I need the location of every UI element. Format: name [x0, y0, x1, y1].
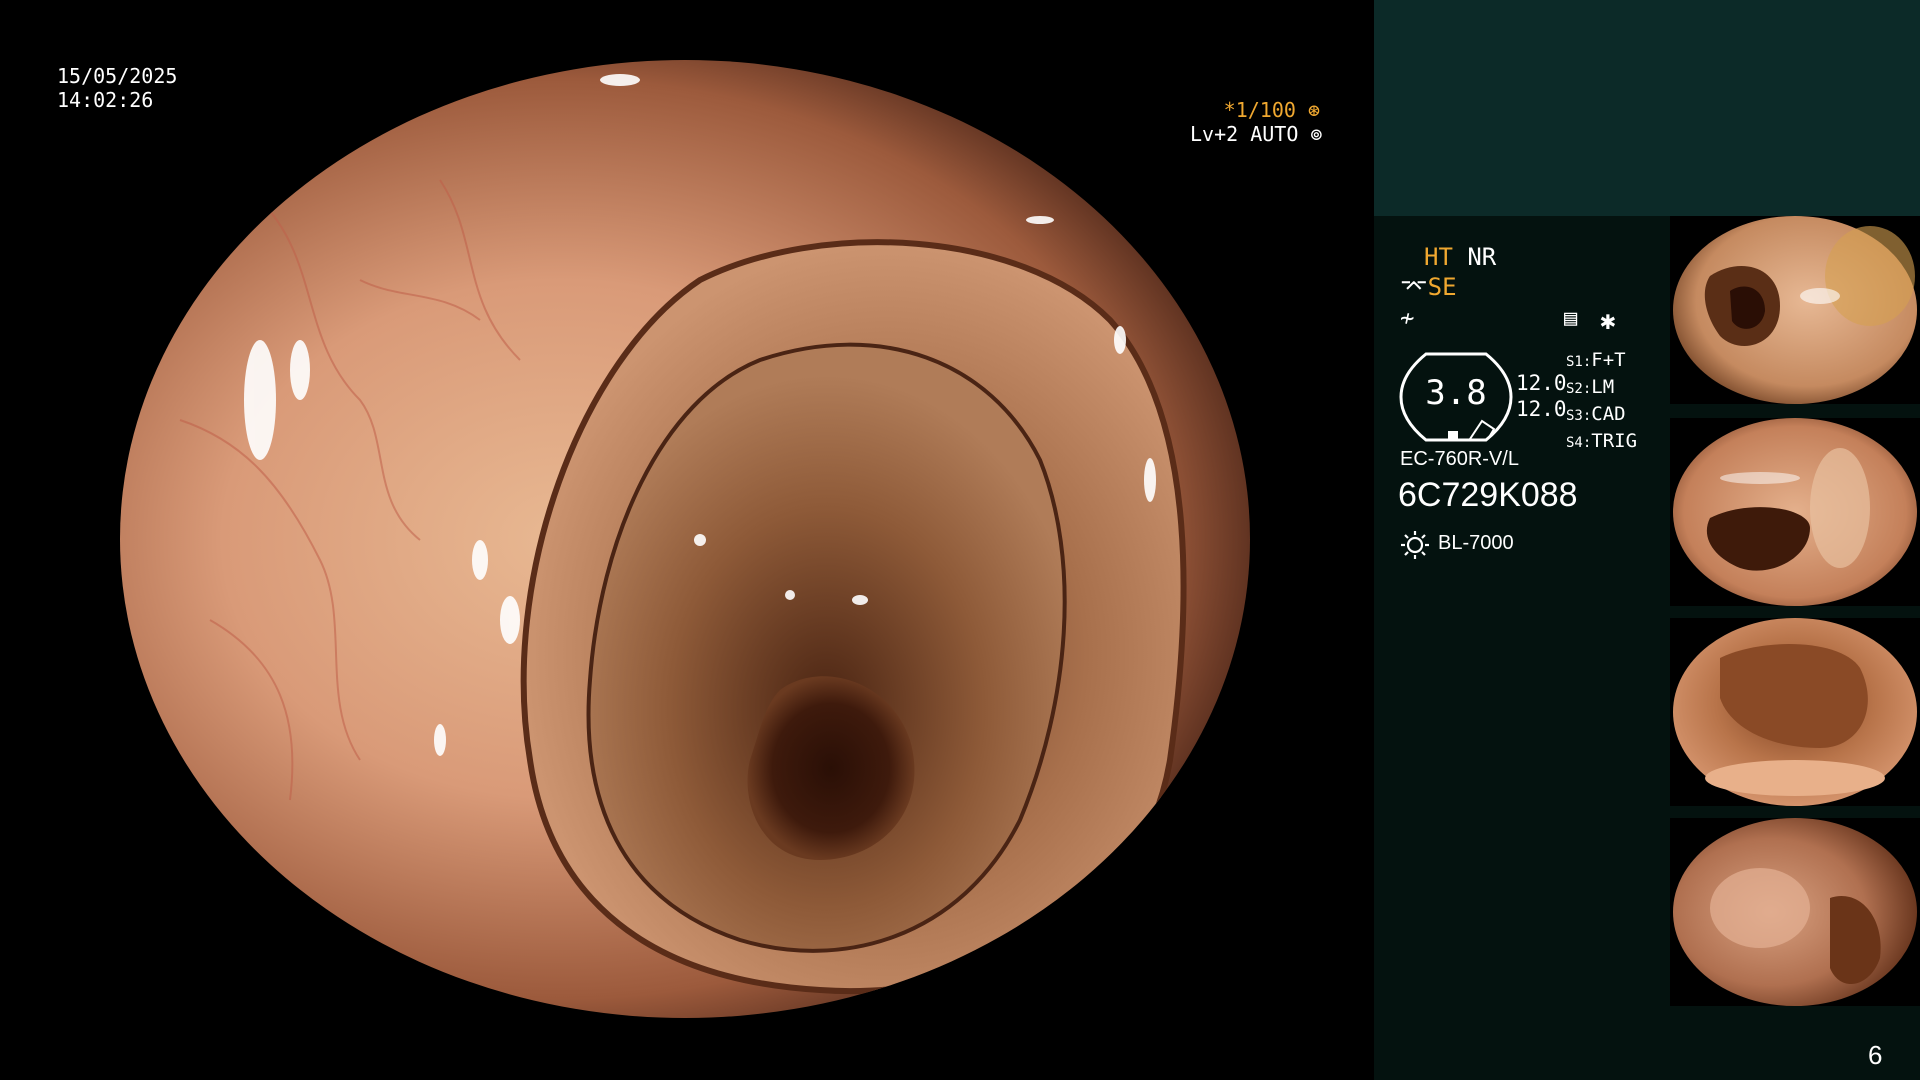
switch-item: S4:TRIG	[1566, 430, 1638, 452]
freeze-icon: ≁	[1400, 304, 1415, 332]
switch-item: S3:CAD	[1566, 403, 1626, 425]
star-icon: ✱	[1600, 306, 1616, 336]
side-panel-info	[1374, 216, 1670, 1080]
thumbnail-2[interactable]	[1670, 418, 1920, 606]
auto-iris-icon: ⊚	[1310, 122, 1323, 146]
light-source-icon	[1401, 531, 1429, 559]
date-text: 15/05/2025	[57, 64, 178, 88]
shutter-speed: *1/100	[1223, 98, 1296, 122]
nr-label: NR	[1467, 243, 1497, 271]
se-label: SE	[1427, 273, 1457, 301]
zoom-value: 3.8	[1425, 373, 1487, 413]
thumbnail-1[interactable]	[1670, 216, 1920, 404]
scope-serial: 6C729K088	[1398, 476, 1578, 514]
memo-icon: ▤	[1564, 306, 1578, 331]
enhancement-icon: ⌤	[1400, 273, 1428, 301]
lens-values: 12.0 12.0	[1516, 370, 1567, 422]
thumbnail-4[interactable]	[1670, 818, 1920, 1006]
endoscopic-view	[60, 60, 1310, 1018]
lens-value-1: 12.0	[1516, 371, 1567, 395]
ht-nr-indicator: HT NR	[1424, 243, 1496, 271]
switch-item: S1:F+T	[1566, 349, 1626, 371]
scope-model: EC-760R-V/L	[1400, 448, 1519, 470]
light-source-label: BL-7000	[1438, 532, 1514, 554]
ht-label: HT	[1424, 243, 1453, 271]
time-text: 14:02:26	[57, 88, 154, 112]
aperture-icon: ⊛	[1307, 98, 1320, 122]
scope-switch-list: S1:F+T S2:LM S3:CAD S4:TRIG	[1566, 348, 1637, 456]
thumbnail-3[interactable]	[1670, 618, 1920, 806]
page-number: 6	[1868, 1040, 1883, 1070]
shutter-readout: *1/100 ⊛ Lv+2 AUTO ⊚	[1190, 98, 1323, 146]
exposure-level: Lv+2 AUTO	[1190, 122, 1299, 146]
side-panel-header	[1374, 0, 1920, 216]
switch-item: S2:LM	[1566, 376, 1615, 398]
date-time-readout: 15/05/2025 14:02:26	[57, 64, 177, 112]
lens-value-2: 12.0	[1516, 397, 1567, 421]
se-indicator: ⌤SE	[1400, 273, 1457, 301]
